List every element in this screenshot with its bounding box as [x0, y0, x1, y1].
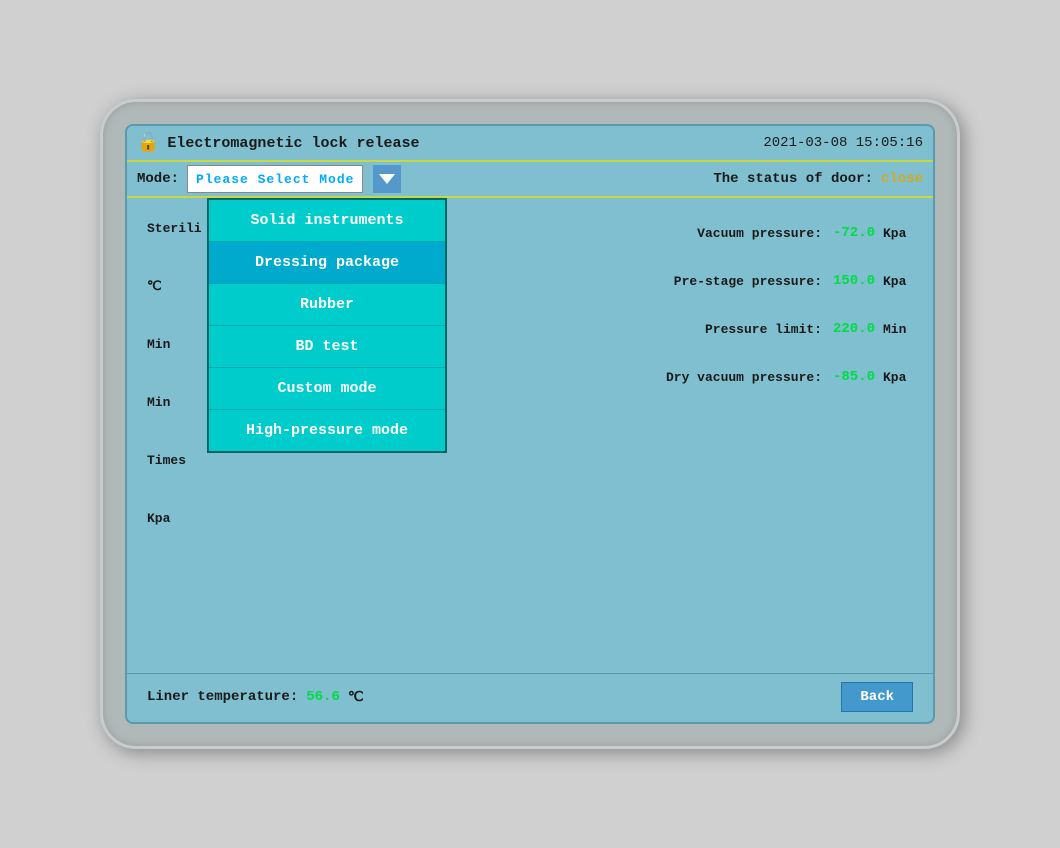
mode-option-bd-test[interactable]: BD test: [209, 326, 445, 368]
bottom-section: Liner temperature: 56.6 ℃ Back: [127, 673, 933, 722]
pressure-limit-label: Pressure limit:: [662, 322, 822, 337]
mode-option-dressing-package[interactable]: Dressing package: [209, 242, 445, 284]
sterili-row: Sterili: [147, 208, 202, 248]
pressure-limit-unit: Min: [883, 322, 913, 337]
door-status-value: close: [881, 171, 923, 187]
mode-option-custom-mode[interactable]: Custom mode: [209, 368, 445, 410]
vacuum-pressure-unit: Kpa: [883, 226, 913, 241]
partial-row-4: Times: [147, 440, 202, 480]
pre-stage-row: Pre-stage pressure: 150.0 Kpa: [407, 261, 913, 301]
liner-temp-value: 56.6: [306, 689, 340, 705]
mode-select-box[interactable]: Please Select Mode: [187, 165, 363, 193]
mode-select-text: Please Select Mode: [196, 172, 354, 187]
dry-vacuum-value: -85.0: [830, 369, 875, 385]
app-title: Electromagnetic lock release: [167, 135, 419, 152]
pressure-limit-row: Pressure limit: 220.0 Min: [407, 309, 913, 349]
partial-row-2: Min: [147, 324, 202, 364]
pre-stage-unit: Kpa: [883, 274, 913, 289]
pre-stage-label: Pre-stage pressure:: [662, 274, 822, 289]
main-content: Sterili ℃ Min Min Times Kpa: [127, 198, 933, 673]
back-button[interactable]: Back: [841, 682, 913, 712]
dry-vacuum-unit: Kpa: [883, 370, 913, 385]
liner-temperature-section: Liner temperature: 56.6 ℃: [147, 689, 364, 706]
partial-row-5: Kpa: [147, 498, 202, 538]
mode-option-rubber[interactable]: Rubber: [209, 284, 445, 326]
vacuum-pressure-row: Vacuum pressure: -72.0 Kpa: [407, 213, 913, 253]
partial-row-3: Min: [147, 382, 202, 422]
mode-option-high-pressure[interactable]: High-pressure mode: [209, 410, 445, 451]
liner-temp-label: Liner temperature:: [147, 689, 298, 705]
mode-bar: Mode: Please Select Mode The status of d…: [127, 162, 933, 198]
device-frame: 🔓 Electromagnetic lock release 2021-03-0…: [100, 99, 960, 749]
mode-label: Mode:: [137, 171, 179, 187]
vacuum-pressure-label: Vacuum pressure:: [662, 226, 822, 241]
title-left: 🔓 Electromagnetic lock release: [137, 132, 419, 154]
door-status-section: The status of door: close: [713, 171, 923, 187]
lock-icon: 🔓: [137, 132, 159, 154]
datetime-display: 2021-03-08 15:05:16: [763, 135, 923, 151]
sterili-label: Sterili: [147, 221, 202, 236]
pre-stage-value: 150.0: [830, 273, 875, 289]
screen: 🔓 Electromagnetic lock release 2021-03-0…: [125, 124, 935, 724]
unit-min1: Min: [147, 337, 170, 352]
dry-vacuum-label: Dry vacuum pressure:: [662, 370, 822, 385]
mode-dropdown-menu: Solid instruments Dressing package Rubbe…: [207, 198, 447, 453]
partial-row-1: ℃: [147, 266, 202, 306]
unit-min2: Min: [147, 395, 170, 410]
dry-vacuum-row: Dry vacuum pressure: -85.0 Kpa: [407, 357, 913, 397]
chevron-down-icon: [379, 174, 395, 184]
unit-c: ℃: [147, 279, 162, 294]
liner-temp-unit: ℃: [348, 689, 364, 706]
pressure-limit-value: 220.0: [830, 321, 875, 337]
left-partial-labels: Sterili ℃ Min Min Times Kpa: [147, 208, 202, 538]
dropdown-arrow-button[interactable]: [373, 165, 401, 193]
right-parameter-panel: Vacuum pressure: -72.0 Kpa Pre-stage pre…: [407, 208, 913, 663]
title-bar: 🔓 Electromagnetic lock release 2021-03-0…: [127, 126, 933, 162]
unit-times: Times: [147, 453, 186, 468]
door-status-label: The status of door:: [713, 171, 873, 187]
vacuum-pressure-value: -72.0: [830, 225, 875, 241]
mode-option-solid-instruments[interactable]: Solid instruments: [209, 200, 445, 242]
unit-kpa: Kpa: [147, 511, 170, 526]
